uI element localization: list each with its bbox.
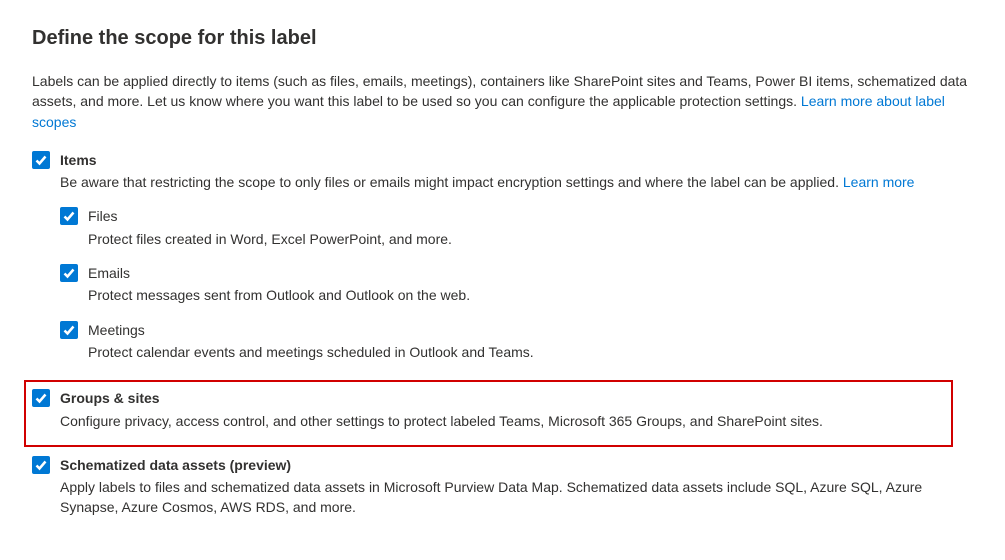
meetings-title: Meetings	[88, 320, 973, 340]
checkmark-icon	[35, 154, 47, 166]
checkmark-icon	[63, 324, 75, 336]
learn-more-items-link[interactable]: Learn more	[843, 174, 915, 190]
schematized-checkbox[interactable]	[32, 456, 50, 474]
schematized-title: Schematized data assets (preview)	[60, 455, 973, 475]
groups-desc: Configure privacy, access control, and o…	[60, 411, 943, 431]
option-files: Files Protect files created in Word, Exc…	[60, 206, 973, 257]
meetings-checkbox[interactable]	[60, 321, 78, 339]
groups-title: Groups & sites	[60, 388, 943, 408]
groups-checkbox[interactable]	[32, 389, 50, 407]
files-desc: Protect files created in Word, Excel Pow…	[88, 229, 973, 249]
option-schematized: Schematized data assets (preview) Apply …	[32, 455, 973, 526]
meetings-desc: Protect calendar events and meetings sch…	[88, 342, 973, 362]
emails-desc: Protect messages sent from Outlook and O…	[88, 285, 973, 305]
highlight-box: Groups & sites Configure privacy, access…	[24, 380, 953, 447]
option-groups-sites: Groups & sites Configure privacy, access…	[32, 388, 943, 439]
checkmark-icon	[35, 459, 47, 471]
schematized-desc: Apply labels to files and schematized da…	[60, 477, 973, 518]
items-desc: Be aware that restricting the scope to o…	[60, 172, 973, 192]
intro-text: Labels can be applied directly to items …	[32, 71, 973, 132]
checkmark-icon	[63, 267, 75, 279]
items-title: Items	[60, 150, 973, 170]
checkmark-icon	[63, 210, 75, 222]
option-emails: Emails Protect messages sent from Outloo…	[60, 263, 973, 314]
page-title: Define the scope for this label	[32, 24, 973, 53]
items-checkbox[interactable]	[32, 151, 50, 169]
files-title: Files	[88, 206, 973, 226]
checkmark-icon	[35, 392, 47, 404]
emails-checkbox[interactable]	[60, 264, 78, 282]
files-checkbox[interactable]	[60, 207, 78, 225]
option-meetings: Meetings Protect calendar events and mee…	[60, 320, 973, 371]
option-items: Items Be aware that restricting the scop…	[32, 150, 973, 370]
emails-title: Emails	[88, 263, 973, 283]
